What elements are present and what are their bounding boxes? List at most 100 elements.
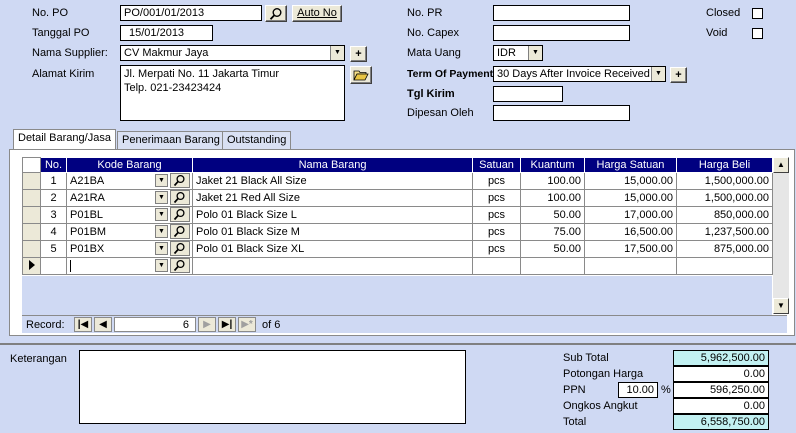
- open-address-button[interactable]: [350, 66, 372, 84]
- cell-harga-beli[interactable]: 1,500,000.00: [676, 189, 773, 207]
- no-po-input[interactable]: PO/001/01/2013: [120, 5, 262, 21]
- row-selector[interactable]: [22, 206, 41, 224]
- chevron-down-icon[interactable]: ▼: [155, 225, 168, 238]
- cell-kode-barang[interactable]: A21BA ▼: [66, 172, 193, 190]
- chevron-down-icon[interactable]: ▼: [155, 259, 168, 272]
- keterangan-textarea[interactable]: [79, 350, 466, 424]
- cell-harga-beli[interactable]: 1,500,000.00: [676, 172, 773, 190]
- scroll-up-icon[interactable]: ▲: [773, 157, 789, 173]
- chevron-down-icon[interactable]: ▼: [155, 208, 168, 221]
- cell-nama-barang[interactable]: Jaket 21 Black All Size: [192, 172, 473, 190]
- cell-kode-barang[interactable]: ▼: [66, 257, 193, 275]
- search-icon[interactable]: [170, 207, 190, 222]
- table-row[interactable]: 2 A21RA ▼ Jaket 21 Red All Size pcs 100.00 15,…: [22, 189, 773, 207]
- search-icon[interactable]: [170, 258, 190, 273]
- cell-satuan[interactable]: pcs: [472, 172, 521, 190]
- supplier-select[interactable]: CV Makmur Jaya ▼: [120, 45, 345, 61]
- cell-harga-beli[interactable]: 1,237,500.00: [676, 223, 773, 241]
- new-record-row[interactable]: ▼: [22, 257, 773, 275]
- cell-nama-barang[interactable]: Polo 01 Black Size L: [192, 206, 473, 224]
- alamat-kirim-textarea[interactable]: Jl. Merpati No. 11 Jakarta Timur Telp. 0…: [120, 65, 345, 121]
- cell-kuantum[interactable]: 75.00: [520, 223, 585, 241]
- cell-nama-barang[interactable]: Polo 01 Black Size XL: [192, 240, 473, 258]
- row-selector[interactable]: [22, 172, 41, 190]
- col-header-harga-beli[interactable]: Harga Beli: [676, 157, 773, 173]
- chevron-down-icon[interactable]: ▼: [155, 191, 168, 204]
- ongkos-angkut-input[interactable]: 0.00: [673, 398, 769, 414]
- first-record-button[interactable]: |◀: [74, 317, 92, 332]
- prev-record-button[interactable]: ◀: [94, 317, 112, 332]
- cell-harga-satuan[interactable]: [584, 257, 677, 275]
- cell-harga-satuan[interactable]: 17,000.00: [584, 206, 677, 224]
- cell-kuantum[interactable]: [520, 257, 585, 275]
- col-header-satuan[interactable]: Satuan: [472, 157, 521, 173]
- tab-detail-barang[interactable]: Detail Barang/Jasa: [13, 129, 116, 149]
- next-record-button[interactable]: ▶: [198, 317, 216, 332]
- cell-no[interactable]: 4: [40, 223, 67, 241]
- auto-no-button[interactable]: Auto No: [292, 5, 342, 22]
- search-icon[interactable]: [170, 241, 190, 256]
- cell-no[interactable]: 5: [40, 240, 67, 258]
- cell-harga-beli[interactable]: 850,000.00: [676, 206, 773, 224]
- current-row-indicator[interactable]: [22, 257, 41, 275]
- col-header-no[interactable]: No.: [40, 157, 67, 173]
- cell-nama-barang[interactable]: Jaket 21 Red All Size: [192, 189, 473, 207]
- col-header-nama-barang[interactable]: Nama Barang: [192, 157, 473, 173]
- search-icon[interactable]: [170, 224, 190, 239]
- cell-harga-beli[interactable]: 875,000.00: [676, 240, 773, 258]
- tanggal-po-input[interactable]: 15/01/2013: [120, 25, 213, 41]
- tab-penerimaan-barang[interactable]: Penerimaan Barang: [117, 131, 225, 149]
- new-record-button[interactable]: ▶*: [238, 317, 256, 332]
- cell-nama-barang[interactable]: [192, 257, 473, 275]
- cell-kode-barang[interactable]: P01BX ▼: [66, 240, 193, 258]
- scroll-down-icon[interactable]: ▼: [773, 298, 789, 314]
- search-icon[interactable]: [170, 173, 190, 188]
- cell-harga-satuan[interactable]: 15,000.00: [584, 172, 677, 190]
- mata-uang-select[interactable]: IDR ▼: [493, 45, 543, 61]
- add-term-button[interactable]: +: [670, 67, 687, 83]
- grid-vertical-scrollbar[interactable]: ▲ ▼: [773, 157, 789, 314]
- chevron-down-icon[interactable]: ▼: [155, 242, 168, 255]
- cell-kuantum[interactable]: 50.00: [520, 240, 585, 258]
- table-row[interactable]: 3 P01BL ▼ Polo 01 Black Size Lpcs 50.00 17,00…: [22, 206, 773, 224]
- cell-harga-satuan[interactable]: 16,500.00: [584, 223, 677, 241]
- cell-satuan[interactable]: pcs: [472, 240, 521, 258]
- cell-no[interactable]: [40, 257, 67, 275]
- chevron-down-icon[interactable]: ▼: [651, 67, 665, 81]
- cell-kode-barang[interactable]: A21RA ▼: [66, 189, 193, 207]
- tab-outstanding[interactable]: Outstanding: [222, 131, 292, 149]
- cell-satuan[interactable]: [472, 257, 521, 275]
- cell-nama-barang[interactable]: Polo 01 Black Size M: [192, 223, 473, 241]
- add-supplier-button[interactable]: +: [350, 46, 367, 62]
- cell-kuantum[interactable]: 100.00: [520, 172, 585, 190]
- search-icon[interactable]: [170, 190, 190, 205]
- table-row[interactable]: 1 A21BA ▼ Jaket 21 Black All Size pcs 100.00 1…: [22, 172, 773, 190]
- cell-no[interactable]: 1: [40, 172, 67, 190]
- cell-satuan[interactable]: pcs: [472, 223, 521, 241]
- cell-harga-beli[interactable]: [676, 257, 773, 275]
- cell-harga-satuan[interactable]: 15,000.00: [584, 189, 677, 207]
- term-of-payment-select[interactable]: 30 Days After Invoice Received ▼: [493, 66, 666, 82]
- row-selector[interactable]: [22, 240, 41, 258]
- void-checkbox[interactable]: [752, 28, 763, 39]
- col-header-kode-barang[interactable]: Kode Barang: [66, 157, 193, 173]
- col-header-kuantum[interactable]: Kuantum: [520, 157, 585, 173]
- cell-kuantum[interactable]: 50.00: [520, 206, 585, 224]
- chevron-down-icon[interactable]: ▼: [528, 46, 542, 60]
- cell-harga-satuan[interactable]: 17,500.00: [584, 240, 677, 258]
- table-row[interactable]: 5 P01BX ▼ Polo 01 Black Size XL pcs 50.00 17,5…: [22, 240, 773, 258]
- cell-kode-barang[interactable]: P01BL ▼: [66, 206, 193, 224]
- chevron-down-icon[interactable]: ▼: [330, 46, 344, 60]
- cell-kode-barang[interactable]: P01BM ▼: [66, 223, 193, 241]
- cell-no[interactable]: 2: [40, 189, 67, 207]
- chevron-down-icon[interactable]: ▼: [155, 174, 168, 187]
- dipesan-oleh-input[interactable]: [493, 105, 630, 121]
- no-capex-input[interactable]: [493, 25, 630, 41]
- row-selector[interactable]: [22, 223, 41, 241]
- last-record-button[interactable]: ▶|: [218, 317, 236, 332]
- col-header-harga-satuan[interactable]: Harga Satuan: [584, 157, 677, 173]
- ppn-percent-input[interactable]: 10.00: [618, 382, 658, 398]
- cell-satuan[interactable]: pcs: [472, 189, 521, 207]
- record-number-input[interactable]: 6: [114, 317, 196, 332]
- potongan-harga-input[interactable]: 0.00: [673, 366, 769, 382]
